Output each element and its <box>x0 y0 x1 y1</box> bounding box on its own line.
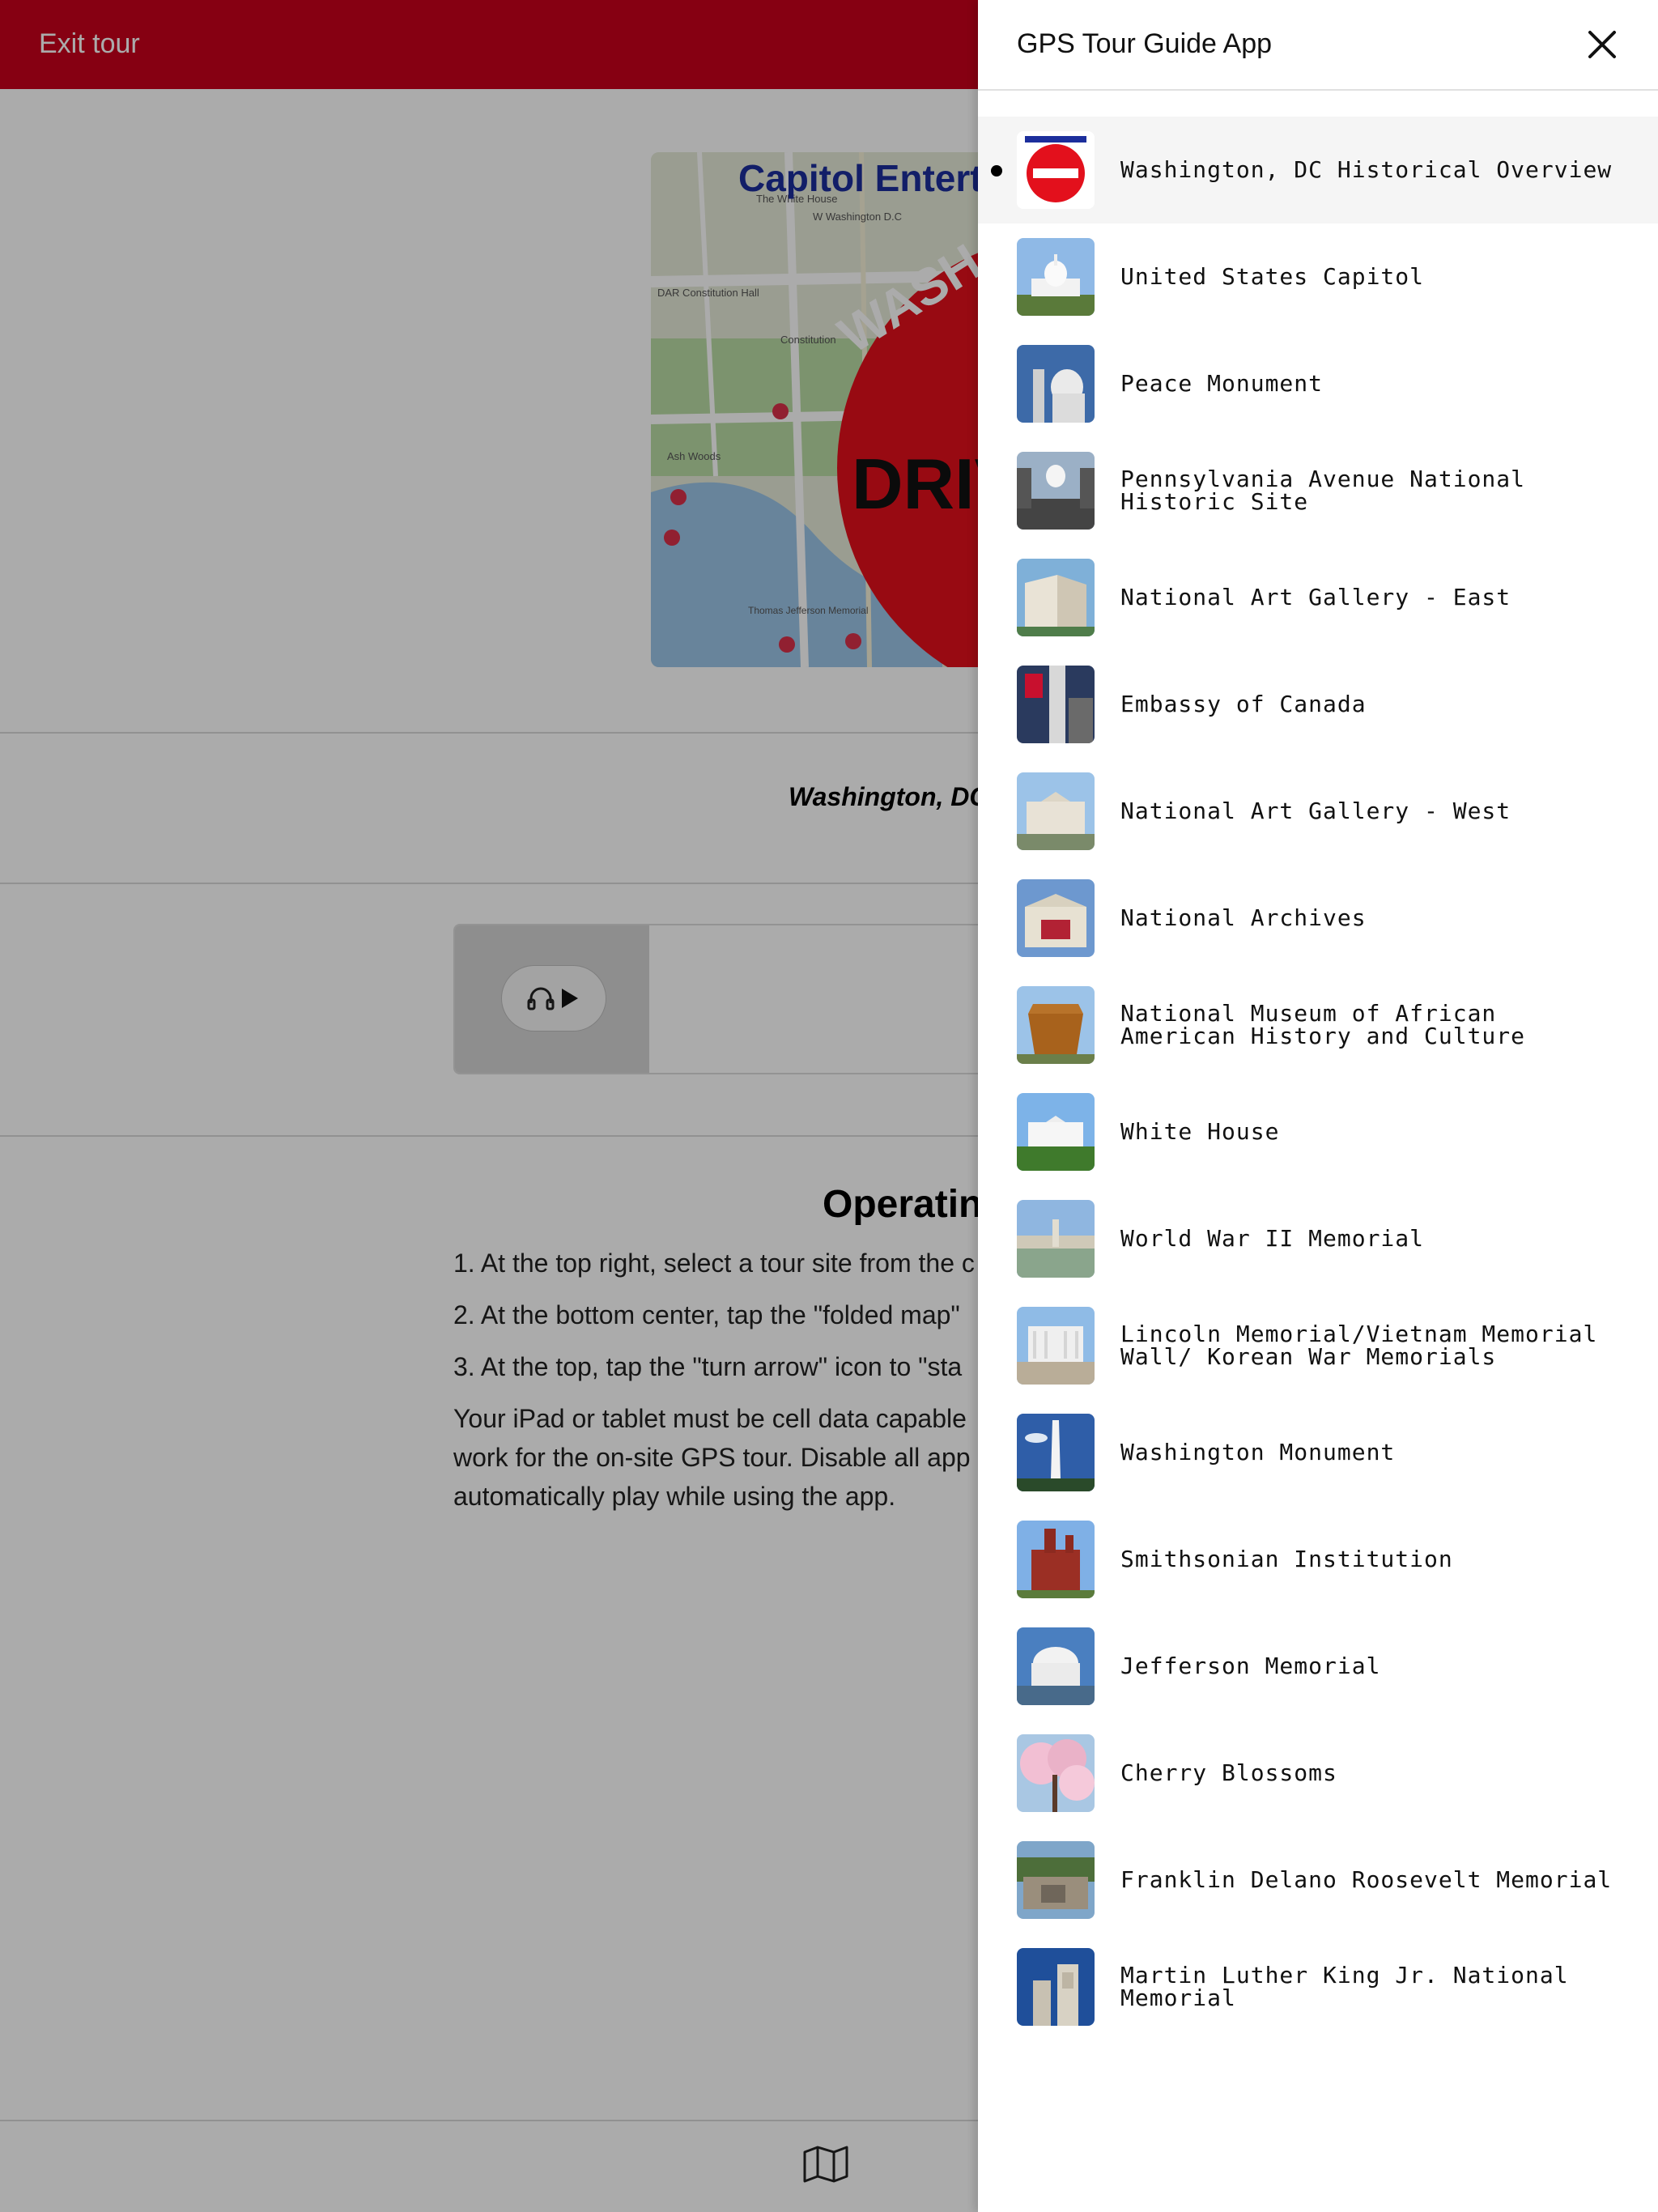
embassy-thumb <box>1017 666 1095 743</box>
mlk-thumb <box>1017 1948 1095 2026</box>
tour-site-label: Lincoln Memorial/Vietnam Memorial Wall/ … <box>1120 1321 1598 1370</box>
archives-thumb <box>1017 879 1095 957</box>
tour-site-item[interactable]: Washington, DC Historical Overview <box>978 117 1658 223</box>
tour-site-item[interactable]: Jefferson Memorial <box>978 1613 1658 1720</box>
tour-site-label: Peace Monument <box>1120 370 1324 397</box>
tour-site-label: Martin Luther King Jr. National Memorial <box>1120 1962 1569 2011</box>
tour-site-item[interactable]: Embassy of Canada <box>978 651 1658 758</box>
tour-site-item[interactable]: National Art Gallery - West <box>978 758 1658 865</box>
tour-site-label: World War II Memorial <box>1120 1225 1425 1252</box>
tour-site-item[interactable]: Martin Luther King Jr. National Memorial <box>978 1933 1658 2040</box>
lincoln-thumb <box>1017 1307 1095 1385</box>
tour-site-item[interactable]: Smithsonian Institution <box>978 1506 1658 1613</box>
capitol-thumb <box>1017 238 1095 316</box>
drawer-title: GPS Tour Guide App <box>1017 28 1273 59</box>
jefferson-thumb <box>1017 1627 1095 1705</box>
tour-site-label: Pennsylvania Avenue National Historic Si… <box>1120 466 1526 515</box>
fdr-thumb <box>1017 1841 1095 1919</box>
tour-site-item[interactable]: National Archives <box>978 865 1658 972</box>
close-icon <box>1588 31 1616 58</box>
tour-site-item[interactable]: United States Capitol <box>978 223 1658 330</box>
avenue-thumb <box>1017 452 1095 530</box>
close-drawer-button[interactable] <box>1582 24 1622 65</box>
tour-site-label: Jefferson Memorial <box>1120 1653 1381 1679</box>
monument-thumb <box>1017 345 1095 423</box>
tour-site-item[interactable]: National Art Gallery - East <box>978 544 1658 651</box>
tour-site-label: Embassy of Canada <box>1120 691 1367 717</box>
tour-site-label: Cherry Blossoms <box>1120 1759 1337 1786</box>
tour-site-item[interactable]: Peace Monument <box>978 330 1658 437</box>
smithsonian-thumb <box>1017 1521 1095 1598</box>
tour-site-label: National Art Gallery - West <box>1120 798 1511 824</box>
tour-site-item[interactable]: Lincoln Memorial/Vietnam Memorial Wall/ … <box>978 1292 1658 1399</box>
tour-site-item[interactable]: Franklin Delano Roosevelt Memorial <box>978 1827 1658 1933</box>
museum-thumb <box>1017 986 1095 1064</box>
tour-site-label: Smithsonian Institution <box>1120 1546 1453 1572</box>
tour-site-label: National Archives <box>1120 904 1367 931</box>
tour-site-item[interactable]: Washington Monument <box>978 1399 1658 1506</box>
tour-site-label: Washington Monument <box>1120 1439 1396 1465</box>
tour-site-item[interactable]: World War II Memorial <box>978 1185 1658 1292</box>
drawer-header: GPS Tour Guide App <box>978 0 1658 91</box>
tour-site-label: Washington, DC Historical Overview <box>1120 156 1613 183</box>
logo-thumb <box>1017 131 1095 209</box>
tour-site-item[interactable]: Pennsylvania Avenue National Historic Si… <box>978 437 1658 544</box>
tour-site-label: United States Capitol <box>1120 263 1425 290</box>
tour-site-list: Washington, DC Historical Overview United… <box>978 117 1658 2040</box>
wwii-thumb <box>1017 1200 1095 1278</box>
tour-site-label: White House <box>1120 1118 1280 1145</box>
white-house-thumb <box>1017 1093 1095 1171</box>
obelisk-thumb <box>1017 1414 1095 1491</box>
tour-site-item[interactable]: White House <box>978 1078 1658 1185</box>
active-site-indicator <box>991 165 1002 177</box>
tour-site-label: National Museum of African American Hist… <box>1120 1000 1526 1049</box>
gallery-east-thumb <box>1017 559 1095 636</box>
tour-site-label: National Art Gallery - East <box>1120 584 1511 610</box>
tour-site-label: Franklin Delano Roosevelt Memorial <box>1120 1866 1613 1893</box>
gallery-west-thumb <box>1017 772 1095 850</box>
tour-sites-drawer: GPS Tour Guide App Washington, DC Histor… <box>978 0 1658 2212</box>
cherry-thumb <box>1017 1734 1095 1812</box>
tour-site-item[interactable]: National Museum of African American Hist… <box>978 972 1658 1078</box>
tour-site-item[interactable]: Cherry Blossoms <box>978 1720 1658 1827</box>
